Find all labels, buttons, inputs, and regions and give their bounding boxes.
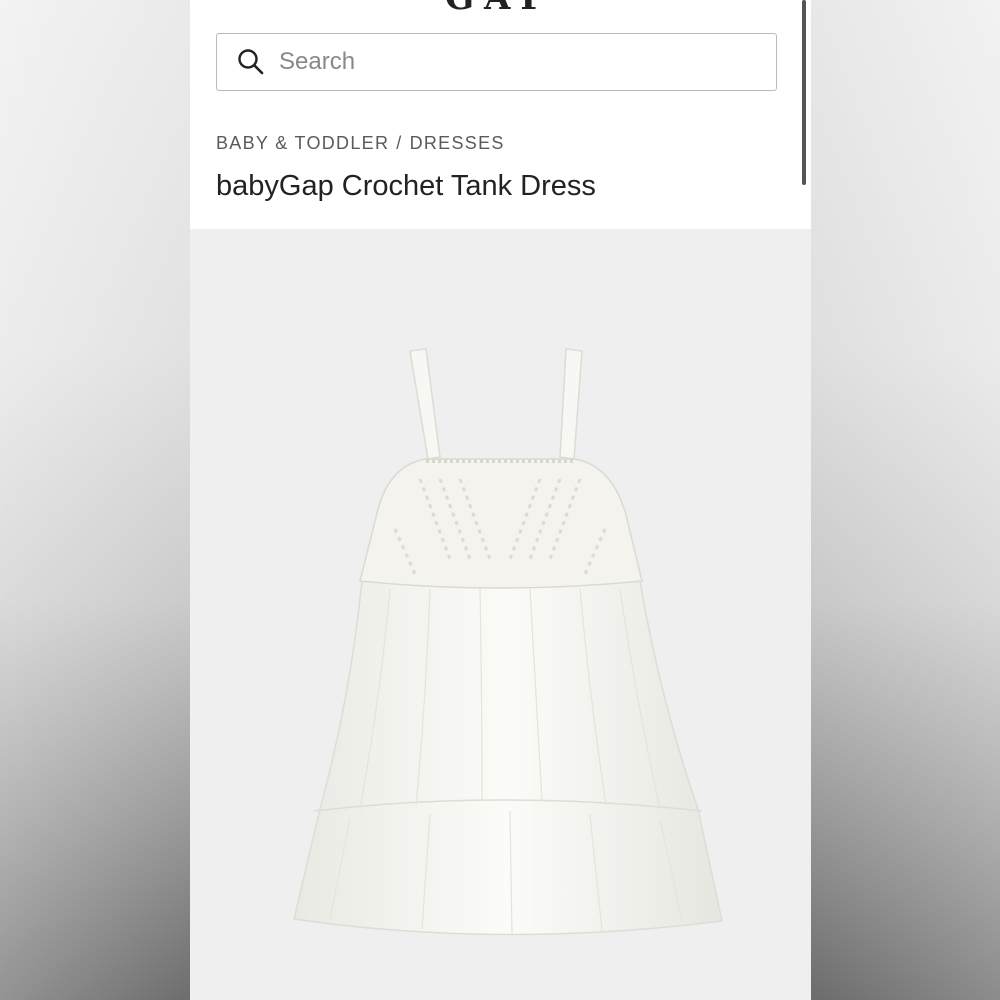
search-bar[interactable] <box>216 33 777 91</box>
search-icon[interactable] <box>237 48 265 76</box>
product-image[interactable] <box>190 229 811 1000</box>
right-strap <box>559 348 583 460</box>
breadcrumb-baby-toddler[interactable]: BABY & TODDLER <box>216 133 389 153</box>
page-header: GAP BABY & TODDLER / DRESSES babyGap Croch… <box>190 0 811 229</box>
right-blur-panel <box>811 0 1000 1000</box>
gap-logo[interactable]: GAP <box>190 0 811 18</box>
breadcrumb-separator: / <box>396 133 403 153</box>
crochet-bodice <box>359 458 643 589</box>
dress-skirt <box>293 580 723 936</box>
product-title: babyGap Crochet Tank Dress <box>216 170 596 202</box>
left-blur-panel <box>0 0 190 1000</box>
breadcrumb-dresses[interactable]: DRESSES <box>410 133 505 153</box>
search-input[interactable] <box>277 47 751 77</box>
phone-screen: GAP BABY & TODDLER / DRESSES babyGap Croch… <box>190 0 811 1000</box>
dress-illustration <box>293 348 723 936</box>
breadcrumb: BABY & TODDLER / DRESSES <box>216 133 505 154</box>
scrollbar[interactable] <box>802 0 806 185</box>
left-strap <box>409 348 441 460</box>
